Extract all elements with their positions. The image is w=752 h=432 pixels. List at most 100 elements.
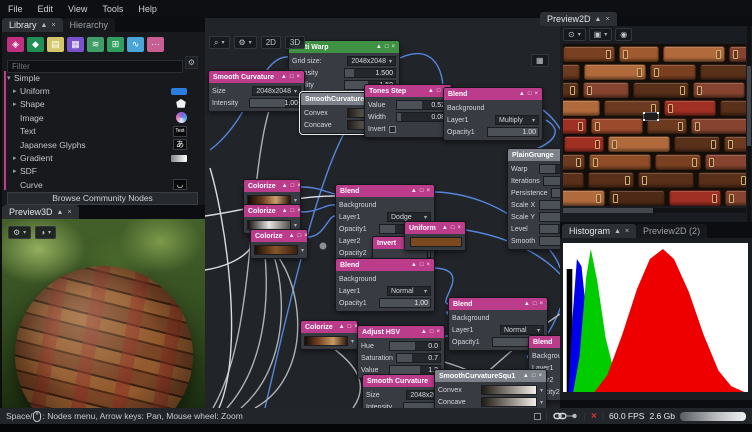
library-item-image[interactable]: Image <box>7 111 197 124</box>
node-header[interactable]: Blend ▲□× <box>444 88 542 100</box>
node-blend-top[interactable]: Blend ▲ □ × Background Layer1 Multiply ▾ Opacity… <box>443 87 543 141</box>
stop-render-icon[interactable]: × <box>591 411 597 422</box>
node-adjust-hsv[interactable]: Adjust HSV ▲ □ × Hue 0.0 Saturation 0.7 Value 1.2 <box>357 325 445 379</box>
node-header[interactable]: Uniform ▲ □ × <box>405 222 465 234</box>
node-preview-icon[interactable]: □ <box>532 373 536 379</box>
param-slider[interactable]: 1.00 <box>379 298 431 308</box>
node-pin-icon[interactable]: ▲ <box>519 91 525 97</box>
tab-preview2d[interactable]: Preview2D ▲ × <box>540 12 617 26</box>
node-tones-step[interactable]: Tones Step▲□×Value0.52Width0.08Invert <box>364 84 452 138</box>
bricks-icon[interactable]: ▤ <box>47 37 64 52</box>
menu-file[interactable]: File <box>8 4 23 14</box>
node-close-icon[interactable]: × <box>436 329 440 335</box>
link-slider-icon[interactable] <box>553 411 579 421</box>
gradient-editor[interactable] <box>304 336 348 346</box>
param-slider[interactable] <box>542 176 560 186</box>
3d-icon[interactable]: ◆ <box>27 37 44 52</box>
param-slider[interactable]: 1.500 <box>344 68 396 78</box>
grid-snap-button[interactable]: ▦ <box>531 54 549 67</box>
node-preview-icon[interactable]: □ <box>385 44 389 50</box>
node-preview-icon[interactable]: □ <box>420 262 424 268</box>
library-item-shape[interactable]: ▸ Shape <box>7 98 197 111</box>
preview2d-viewport[interactable]: ⊙ ▾ ▣ ▾ ◉ <box>560 26 752 222</box>
node-close-icon[interactable]: × <box>391 44 395 50</box>
node-pin-icon[interactable]: ▲ <box>411 188 417 194</box>
node-colorize-3[interactable]: Colorize ▲ □ × ▾ <box>250 229 308 259</box>
param-slider[interactable]: 1.00 <box>249 98 301 108</box>
param-slider[interactable]: 1.00 <box>487 127 539 137</box>
pattern-icon[interactable]: ◈ <box>7 37 24 52</box>
node-preview-icon[interactable]: □ <box>420 188 424 194</box>
library-item-gradient[interactable]: ▸ Gradient <box>7 151 197 164</box>
display-dropdown[interactable]: ▣ ▾ <box>588 28 613 41</box>
param-dropdown[interactable]: Normal ▾ <box>500 325 544 335</box>
param-slider[interactable]: 0.08 <box>396 112 448 122</box>
close-icon[interactable]: × <box>605 16 609 23</box>
workflow-icon[interactable]: ∿ <box>127 37 144 52</box>
node-close-icon[interactable]: × <box>297 208 301 214</box>
menu-tools[interactable]: Tools <box>102 4 123 14</box>
environment-dropdown[interactable]: ◑ ▾ <box>35 226 57 239</box>
node-close-icon[interactable]: × <box>297 183 301 189</box>
node-header[interactable]: Colorize ▲ □ × <box>244 205 301 217</box>
node-smooth-curvature-squa-bottom[interactable]: SmoothCurvatureSqu1 ▲ □ × Convex ▾ Concave ▾ <box>434 369 547 408</box>
node-header[interactable]: PlainGrunge⚙ <box>508 149 560 161</box>
node-pin-icon[interactable]: ▲ <box>421 329 427 335</box>
node-close-icon[interactable]: × <box>539 301 543 307</box>
chevron-down-icon[interactable]: ▾ <box>301 247 304 254</box>
param-slider[interactable] <box>539 224 560 234</box>
node-pin-icon[interactable]: ▲ <box>524 301 530 307</box>
library-item-simple[interactable]: ▾ Simple <box>7 71 197 84</box>
gradient-editor[interactable] <box>254 245 298 255</box>
tab-preview3d[interactable]: Preview3D ▲ × <box>2 205 79 219</box>
browse-community-nodes-button[interactable]: Browse Community Nodes <box>7 192 198 205</box>
library-item-sdf[interactable]: ▸ SDF <box>7 165 197 178</box>
param-slider[interactable]: 0.0 <box>389 341 441 351</box>
expand-arrow-icon[interactable]: ▸ <box>13 100 20 108</box>
node-close-icon[interactable]: × <box>304 233 308 239</box>
node-close-icon[interactable]: × <box>296 74 300 80</box>
menu-view[interactable]: View <box>68 4 87 14</box>
node-header[interactable]: Adjust HSV ▲ □ × <box>358 326 444 338</box>
tab-hierarchy[interactable]: Hierarchy <box>62 18 116 32</box>
node-uniform[interactable]: Uniform ▲ □ × <box>404 221 466 251</box>
menu-help[interactable]: Help <box>138 4 157 14</box>
chevron-down-icon[interactable]: ▾ <box>540 387 543 394</box>
node-pin-icon[interactable]: ▲ <box>289 233 295 239</box>
pin-icon[interactable]: ▲ <box>595 16 602 23</box>
node-smooth-curvature-top[interactable]: Smooth Curvature ▲ □ × Size 2048x2048 ▾ Intensi… <box>208 70 305 112</box>
node-header[interactable]: Smooth Curvature ▲□× <box>209 71 304 83</box>
node-graph-canvas[interactable]: Multi Warp ▲ □ × Grid size: 2048x2048 ▾ Intensi… <box>205 18 560 408</box>
chevron-down-icon[interactable]: ▾ <box>351 338 354 345</box>
expand-arrow-icon[interactable]: ▾ <box>7 74 14 82</box>
node-pin-icon[interactable]: ▲ <box>523 373 529 379</box>
node-colorize-4[interactable]: Colorize ▲ □ × ▾ <box>300 320 358 350</box>
library-item-uniform[interactable]: ▸ Uniform <box>7 84 197 97</box>
preview-3d-button[interactable]: 3D <box>284 36 306 49</box>
node-pin-icon[interactable]: ▲ <box>442 225 448 231</box>
node-close-icon[interactable]: × <box>426 188 430 194</box>
noise-icon[interactable]: ▦ <box>67 37 84 52</box>
gradient-editor[interactable] <box>480 385 537 395</box>
tab-histogram[interactable]: Histogram ▲ × <box>562 224 637 238</box>
node-preview-icon[interactable]: □ <box>533 301 537 307</box>
chevron-down-icon[interactable]: ▾ <box>294 197 297 204</box>
node-header[interactable]: SmoothCurvatureSqu1 ▲□× <box>435 370 546 382</box>
node-preview-icon[interactable]: □ <box>348 324 352 330</box>
node-pin-icon[interactable]: ▲ <box>411 262 417 268</box>
param-slider[interactable]: 0.52 <box>396 100 448 110</box>
node-preview-icon[interactable]: □ <box>430 329 434 335</box>
node-pin-icon[interactable]: ▲ <box>428 88 434 94</box>
node-header[interactable]: Multi Warp ▲ □ × <box>289 41 399 53</box>
close-icon[interactable]: × <box>51 22 55 29</box>
zoom-dropdown[interactable]: ⌕ ▾ <box>209 36 230 49</box>
node-close-icon[interactable]: × <box>457 225 461 231</box>
close-icon[interactable]: × <box>625 228 629 235</box>
library-item-japanese-glyphs[interactable]: Japanese Glyphs あ <box>7 138 197 151</box>
node-preview-icon[interactable]: □ <box>298 233 302 239</box>
node-header[interactable]: Blend ▲□× <box>336 259 434 271</box>
node-preview-icon[interactable]: □ <box>291 183 295 189</box>
pin-icon[interactable]: ▲ <box>57 209 64 216</box>
param-slider[interactable] <box>539 236 560 246</box>
param-checkbox[interactable] <box>388 125 396 133</box>
